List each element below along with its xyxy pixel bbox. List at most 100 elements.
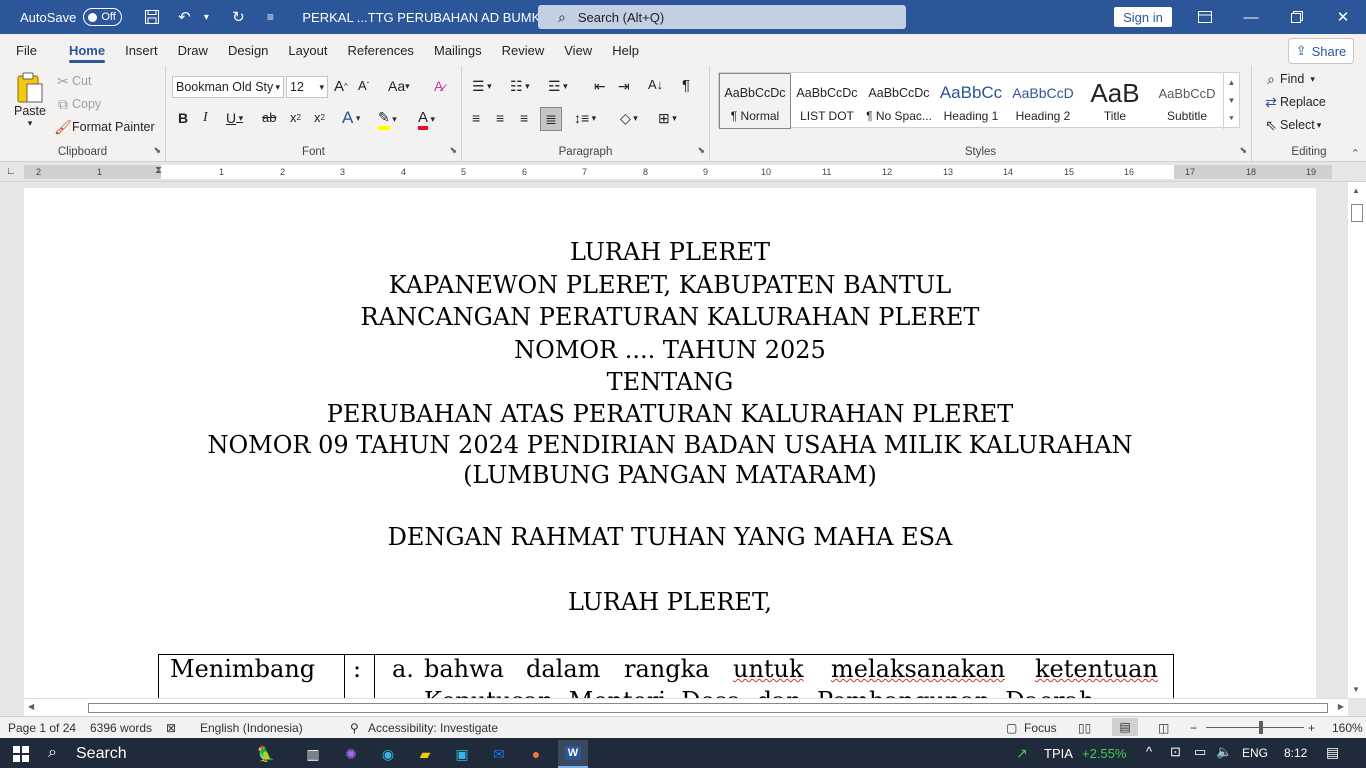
paste-button[interactable]: Paste ▾ [10,72,50,129]
clock[interactable]: 8:12 [1284,746,1307,760]
tab-design[interactable]: Design [218,34,278,66]
tab-help[interactable]: Help [602,34,649,66]
font-name-box[interactable]: Bookman Old Sty ▾ [172,76,284,98]
ribbon-display-icon[interactable] [1182,0,1228,34]
undo-icon[interactable]: ↶ [174,7,194,27]
font-size-box[interactable]: 12 ▾ [286,76,328,98]
scroll-right-icon[interactable]: ▶ [1338,702,1344,711]
align-left-icon[interactable]: ≡ [472,110,480,126]
windows-start-icon[interactable] [6,741,36,767]
save-icon[interactable] [142,7,162,27]
font-size-dropdown-icon[interactable]: ▾ [319,82,324,93]
tab-file[interactable]: File [6,34,47,66]
input-language[interactable]: ENG [1242,746,1268,760]
strikethrough-icon[interactable]: ab [262,110,276,125]
tray-overflow-icon[interactable]: ^ [1146,744,1152,759]
find-button[interactable]: ⌕ Find ▾ [1262,70,1315,88]
font-name-dropdown-icon[interactable]: ▾ [275,82,280,93]
autosave-toggle[interactable]: Off [83,8,123,26]
clipboard-launcher-icon[interactable]: ⬊ [153,145,161,156]
store-icon[interactable]: ▣ [447,741,477,767]
file-explorer-icon[interactable]: ▰ [410,741,440,767]
multilevel-list-icon[interactable]: ☲ ▾ [548,78,568,95]
style-normal[interactable]: AaBbCcDc ¶ Normal [719,73,791,129]
shading-icon[interactable]: ◇ ▾ [620,110,638,127]
tab-draw[interactable]: Draw [168,34,218,66]
superscript-icon[interactable]: x2 [314,110,325,125]
justify-icon[interactable]: ≣ [540,107,562,131]
clear-formatting-icon[interactable]: A̷ [434,78,443,94]
horizontal-scrollbar[interactable]: ◀ ▶ [24,698,1348,716]
underline-icon[interactable]: U ▾ [226,110,243,126]
print-layout-icon[interactable]: ▤ [1112,718,1138,736]
style-no-spacing[interactable]: AaBbCcDc ¶ No Spac... [863,73,935,129]
close-icon[interactable]: ✕ [1320,0,1366,34]
firefox-icon[interactable]: ● [521,741,551,767]
subscript-icon[interactable]: x2 [290,110,301,125]
word-count[interactable]: 6396 words [90,721,152,735]
align-center-icon[interactable]: ≡ [496,110,504,126]
zoom-slider-thumb[interactable] [1259,721,1263,734]
tab-home[interactable]: Home [59,34,115,66]
notifications-icon[interactable]: ▤ [1326,744,1339,761]
page-count[interactable]: Page 1 of 24 [8,721,76,735]
outlook-icon[interactable]: ✉ [484,741,514,767]
grow-font-icon[interactable]: A ^ [334,78,348,95]
style-heading-2[interactable]: AaBbCcD Heading 2 [1007,73,1079,129]
share-button[interactable]: ⇪ Share [1288,38,1354,64]
change-case-icon[interactable]: Aa ▾ [388,78,410,94]
show-formatting-icon[interactable]: ¶ [682,77,690,94]
zoom-slider[interactable] [1206,727,1304,728]
bullets-icon[interactable]: ☰ ▾ [472,78,492,95]
tab-mailings[interactable]: Mailings [424,34,492,66]
select-button[interactable]: ⇖ Select ▾ [1262,116,1321,134]
volume-icon[interactable]: 🔈 [1216,744,1232,760]
copy-button[interactable]: ⧉ Copy [54,95,101,113]
focus-button[interactable]: Focus [1024,721,1057,735]
horizontal-scroll-thumb[interactable] [88,703,1328,713]
format-painter-button[interactable]: 🖌 Format Painter [54,118,155,136]
collapse-ribbon-icon[interactable]: ⌃ [1351,147,1360,160]
tab-view[interactable]: View [554,34,602,66]
scroll-down-icon[interactable]: ▼ [1352,685,1360,694]
style-list-dot[interactable]: AaBbCcDc LIST DOT [791,73,863,129]
stock-name[interactable]: TPIA [1044,746,1073,761]
zoom-level[interactable]: 160% [1332,721,1363,735]
tab-references[interactable]: References [337,34,423,66]
word-taskbar-icon[interactable]: W [558,740,588,768]
restore-icon[interactable] [1274,0,1320,34]
taskbar-search-label[interactable]: Search [76,745,127,763]
line-spacing-icon[interactable]: ↕≡ ▾ [574,110,596,126]
sort-icon[interactable]: A↓ [648,77,663,92]
meet-icon[interactable]: ⊡ [1170,744,1181,760]
web-layout-icon[interactable]: ◫ [1158,721,1169,735]
proofing-icon[interactable]: ⊠ [166,721,176,735]
font-launcher-icon[interactable]: ⬊ [449,145,457,156]
vertical-scrollbar[interactable]: ▲ ▼ [1348,182,1366,698]
style-subtitle[interactable]: AaBbCcD Subtitle [1151,73,1223,129]
italic-icon[interactable]: I [203,110,208,126]
task-view-icon[interactable]: ▥ [298,741,328,767]
scroll-up-icon[interactable]: ▲ [1352,186,1360,195]
decrease-indent-icon[interactable]: ⇤ [594,78,606,95]
tab-insert[interactable]: Insert [115,34,168,66]
sign-in-button[interactable]: Sign in [1114,7,1172,27]
style-heading-1[interactable]: AaBbCc Heading 1 [935,73,1007,129]
search-box[interactable]: ⌕ Search (Alt+Q) [538,5,906,29]
minimize-icon[interactable]: — [1228,0,1274,34]
align-right-icon[interactable]: ≡ [520,110,528,126]
style-title[interactable]: AaB Title [1079,73,1151,129]
language[interactable]: English (Indonesia) [200,721,303,735]
zoom-out-icon[interactable]: − [1190,721,1197,735]
network-icon[interactable]: ▭ [1194,744,1206,760]
font-color-icon[interactable]: A ▾ [418,109,435,130]
borders-icon[interactable]: ⊞ ▾ [658,110,677,127]
scroll-left-icon[interactable]: ◀ [28,702,34,711]
cut-button[interactable]: ✂ Cut [54,72,91,90]
undo-dropdown-icon[interactable]: ▾ [196,7,216,27]
zoom-in-icon[interactable]: + [1308,721,1315,735]
styles-more-icon[interactable]: ⯆ [1228,114,1234,124]
styles-launcher-icon[interactable]: ⬊ [1239,145,1247,156]
tab-layout[interactable]: Layout [278,34,337,66]
styles-up-icon[interactable]: ▲ [1228,78,1236,87]
